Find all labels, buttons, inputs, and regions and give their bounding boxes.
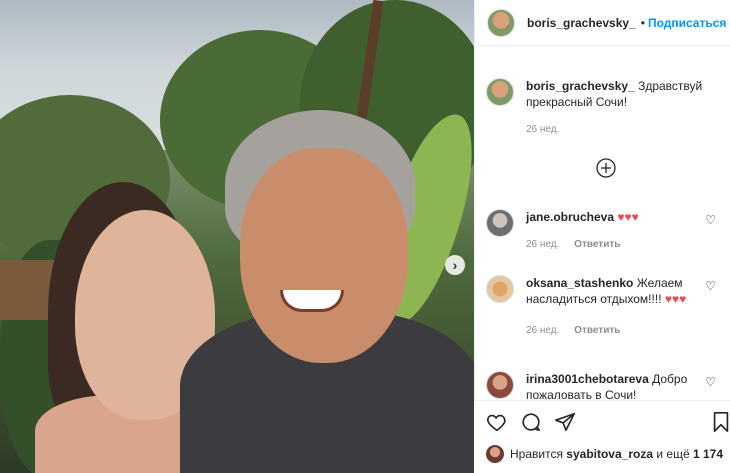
reply-button[interactable]: Ответить [574,325,620,336]
comment-item: jane.obrucheva ♥♥♥ 26 нед. Ответить ♡ [486,209,726,253]
likes-count[interactable]: 1 174 [693,447,723,461]
caption-meta: 26 нед. [526,122,706,138]
heart-emoji-icon: ♥♥♥ [617,210,639,224]
plus-circle-icon [596,158,616,178]
bookmark-icon[interactable] [710,411,730,433]
comment-username[interactable]: jane.obrucheva [526,210,614,224]
caption-body: boris_grachevsky_ Здравствуй прекрасный … [526,78,706,138]
comment-meta: 26 нед. Ответить [526,237,706,253]
post-header: boris_grachevsky_ • Подписаться [475,0,730,46]
commenter-avatar[interactable] [486,275,514,303]
caption-author-avatar[interactable] [486,78,514,106]
liker-username[interactable]: syabitova_roza [566,447,653,461]
caption-time[interactable]: 26 нед. [526,124,559,135]
like-comment-heart-icon[interactable]: ♡ [705,279,716,293]
separator-dot: • [640,15,645,30]
action-icons [486,411,729,435]
liker-avatar[interactable] [486,445,504,463]
likes-prefix: Нравится [510,447,563,461]
author-avatar[interactable] [487,8,515,37]
follow-button[interactable]: Подписаться [648,16,726,30]
commenter-avatar[interactable] [486,371,514,399]
likes-suffix: и ещё [656,447,690,461]
comment-body: irina3001chebotareva Добро пожаловать в … [526,371,706,403]
comment-username[interactable]: irina3001chebotareva [526,372,649,386]
comment-body: oksana_stashenko Желаем насладиться отды… [526,275,706,339]
post-actions-bar: Нравится syabitova_roza и ещё 1 174 [474,400,730,473]
heart-emoji-icon: ♥♥♥ [664,292,687,306]
next-photo-chevron-icon[interactable]: › [445,255,465,275]
comment-time[interactable]: 26 нед. [526,239,559,250]
comment-time[interactable]: 26 нед. [526,325,559,336]
comment-body: jane.obrucheva ♥♥♥ 26 нед. Ответить [526,209,706,253]
reply-button[interactable]: Ответить [574,239,620,250]
load-more-comments-button[interactable] [596,158,616,183]
comment-username[interactable]: oksana_stashenko [526,276,633,290]
caption-username[interactable]: boris_grachevsky_ [526,79,635,93]
commenter-avatar[interactable] [486,209,514,237]
likes-summary: Нравится syabitova_roza и ещё 1 174 [486,445,723,463]
post-caption: boris_grachevsky_ Здравствуй прекрасный … [486,78,726,138]
comment-item: irina3001chebotareva Добро пожаловать в … [486,371,726,403]
share-icon[interactable] [554,411,576,433]
comment-meta: 26 нед. Ответить [526,323,706,339]
comment-icon[interactable] [520,411,542,433]
man-face [240,148,408,363]
like-comment-heart-icon[interactable]: ♡ [705,213,716,227]
like-comment-heart-icon[interactable]: ♡ [705,375,716,389]
post-photo[interactable]: › [0,0,474,473]
heart-icon[interactable] [486,411,508,433]
comment-item: oksana_stashenko Желаем насладиться отды… [486,275,726,339]
author-username[interactable]: boris_grachevsky_ [527,16,636,30]
